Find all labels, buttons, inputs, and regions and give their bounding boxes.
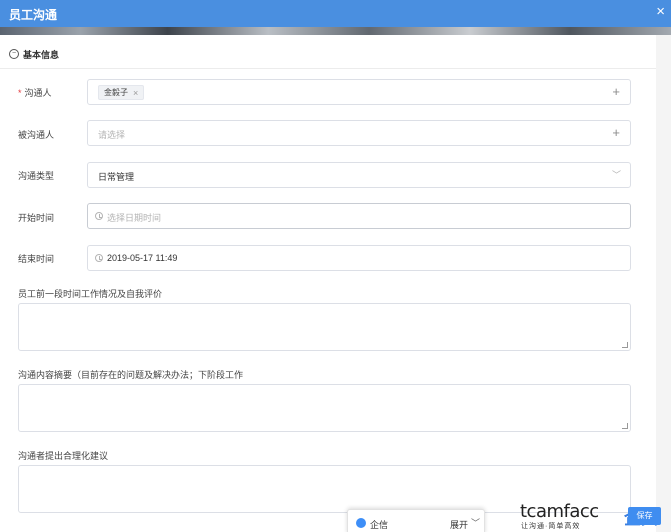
form-panel: − 基本信息 * 沟通人 金毅子 × + 被沟通人 请选择 + 沟通类型 日常管理… [0, 35, 656, 532]
start-time-picker[interactable]: 选择日期时间 [87, 203, 631, 229]
type-label: 沟通类型 [18, 171, 55, 181]
resize-grip-icon[interactable] [622, 423, 628, 429]
clock-icon [95, 254, 103, 262]
expand-button[interactable]: 展开 [450, 518, 468, 531]
communicator-label: * 沟通人 [18, 86, 52, 99]
type-value: 日常管理 [98, 172, 135, 182]
suggestion-label: 沟通者提出合理化建议 [18, 451, 109, 461]
communicatee-label: 被沟通人 [18, 130, 55, 140]
section-header[interactable]: − 基本信息 [9, 47, 59, 61]
watermark-slogan: 让沟通·简单高效 [521, 523, 581, 530]
summary-label: 沟通内容摘要（目前存在的问题及解决办法；下阶段工作 [18, 370, 244, 380]
communicatee-placeholder: 请选择 [98, 130, 126, 140]
start-time-label: 开始时间 [18, 213, 55, 223]
self-review-textarea[interactable] [18, 303, 631, 351]
start-time-placeholder: 选择日期时间 [107, 213, 162, 223]
selected-person-name: 金毅子 [104, 88, 128, 97]
add-communicator-icon[interactable]: + [612, 84, 620, 100]
dialog-titlebar: 员工沟通 × [0, 0, 671, 27]
chat-bubble-icon [356, 518, 366, 528]
close-icon[interactable]: × [656, 3, 665, 21]
save-button[interactable]: 保存 [628, 507, 661, 525]
communicator-label-text: 沟通人 [24, 88, 52, 98]
required-mark: * [18, 88, 22, 98]
dialog-title: 员工沟通 [9, 8, 58, 22]
clock-icon [95, 212, 103, 220]
remove-tag-icon[interactable]: × [133, 88, 138, 98]
scrollbar[interactable] [656, 35, 671, 532]
end-time-label: 结束时间 [18, 254, 55, 264]
self-review-label: 员工前一段时间工作情况及自我评价 [18, 289, 163, 299]
selected-person-tag: 金毅子 × [98, 85, 145, 100]
type-select[interactable]: 日常管理 ﹀ [87, 162, 631, 188]
background-photo-strip [0, 27, 671, 35]
watermark-main: tcamfacc [520, 501, 599, 522]
qixin-label: 企信 [370, 520, 389, 530]
add-communicatee-icon[interactable]: + [612, 125, 620, 141]
summary-textarea[interactable] [18, 384, 631, 432]
communicatee-field[interactable]: 请选择 + [87, 120, 631, 146]
divider [0, 68, 656, 69]
resize-grip-icon[interactable] [622, 342, 628, 348]
collapse-icon[interactable]: − [9, 49, 19, 59]
qixin-chat-bar[interactable]: 企信 展开 ﹀ [347, 509, 485, 532]
end-time-value: 2019-05-17 11:49 [107, 253, 178, 263]
end-time-picker[interactable]: 2019-05-17 11:49 [87, 245, 631, 271]
section-title: 基本信息 [23, 49, 60, 60]
chevron-down-icon: ﹀ [611, 170, 621, 180]
chevron-down-icon[interactable]: ﹀ [471, 516, 480, 529]
communicator-field[interactable]: 金毅子 × + [87, 79, 631, 105]
